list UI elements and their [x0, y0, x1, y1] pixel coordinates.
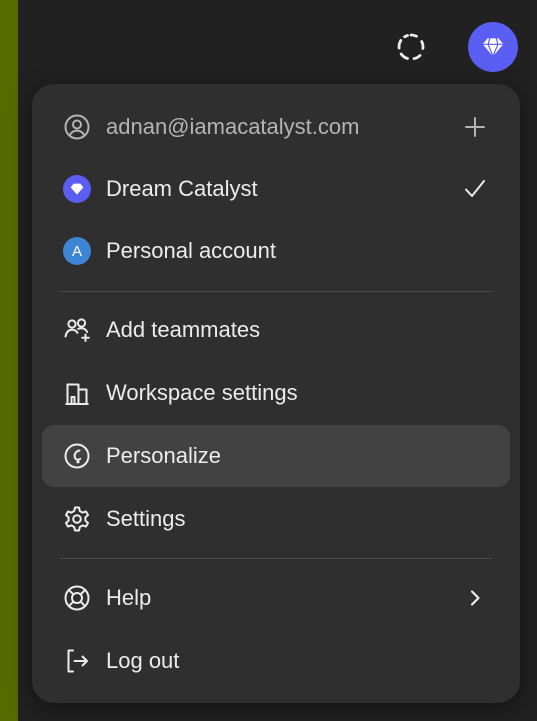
menu-item-label: Log out	[106, 648, 180, 673]
building-icon	[62, 378, 92, 408]
users-plus-icon	[62, 315, 92, 345]
user-circle-icon	[62, 112, 92, 142]
workspace-item-personal-account[interactable]: A Personal account	[42, 220, 510, 282]
account-email: adnan@iamacatalyst.com	[106, 114, 360, 139]
loading-icon[interactable]	[394, 30, 428, 64]
gear-icon	[62, 504, 92, 534]
lifebuoy-icon	[62, 583, 92, 613]
plus-icon[interactable]	[460, 112, 490, 142]
app-window: adnan@iamacatalyst.com Dream Catalyst A …	[18, 0, 537, 721]
menu-item-label: Add teammates	[106, 317, 261, 342]
log-out-item[interactable]: Log out	[42, 630, 510, 692]
workspace-label: Dream Catalyst	[106, 176, 258, 201]
check-icon	[460, 174, 490, 204]
diamond-icon	[480, 34, 506, 60]
settings-item[interactable]: Settings	[42, 488, 510, 550]
workspace-label: Personal account	[106, 238, 276, 263]
personalize-icon	[62, 441, 92, 471]
account-menu: adnan@iamacatalyst.com Dream Catalyst A …	[32, 84, 520, 703]
workspace-avatar-button[interactable]	[468, 22, 518, 72]
avatar: A	[63, 237, 91, 265]
divider	[60, 291, 492, 292]
menu-item-label: Help	[106, 585, 152, 610]
workspace-item-dream-catalyst[interactable]: Dream Catalyst	[42, 158, 510, 220]
menu-item-label: Settings	[106, 506, 186, 531]
menu-item-label: Personalize	[106, 443, 221, 468]
divider	[60, 558, 492, 559]
logout-icon	[62, 646, 92, 676]
diamond-icon	[63, 175, 91, 203]
account-email-row[interactable]: adnan@iamacatalyst.com	[42, 96, 510, 158]
workspace-settings-item[interactable]: Workspace settings	[42, 362, 510, 424]
personalize-item[interactable]: Personalize	[42, 425, 510, 487]
chevron-right-icon	[460, 583, 490, 613]
help-item[interactable]: Help	[42, 567, 510, 629]
add-teammates-item[interactable]: Add teammates	[42, 299, 510, 361]
menu-item-label: Workspace settings	[106, 380, 298, 405]
